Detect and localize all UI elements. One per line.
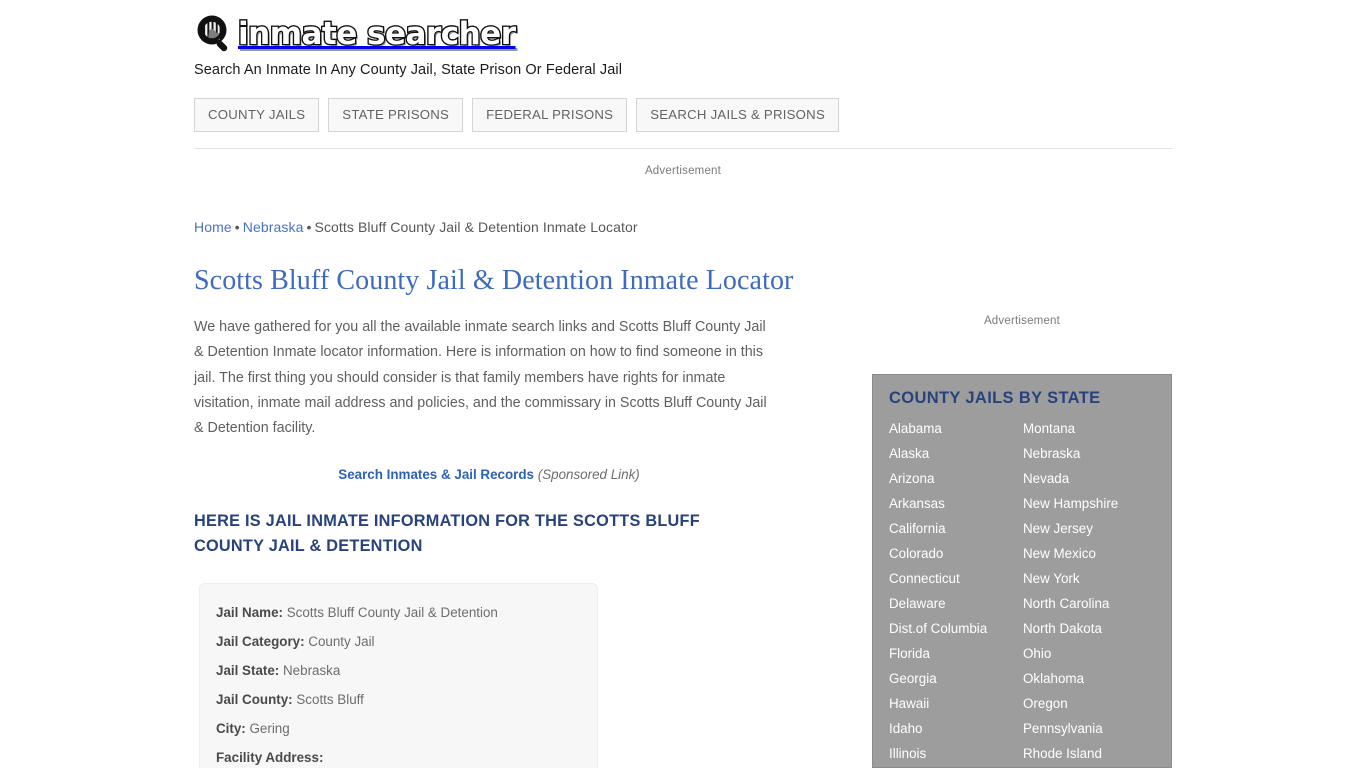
site-logo-link[interactable]: inmate searcher [194,12,1172,56]
info-row-jail-county: Jail County: Scotts Bluff [200,685,597,714]
nav-federal-prisons[interactable]: FEDERAL PRISONS [472,98,628,132]
info-row-jail-name: Jail Name: Scotts Bluff County Jail & De… [200,598,597,627]
state-link-illinois[interactable]: Illinois [889,741,1023,766]
main-content: Scotts Bluff County Jail & Detention Inm… [194,262,794,559]
state-link-pennsylvania[interactable]: Pennsylvania [1023,716,1155,741]
state-link-florida[interactable]: Florida [889,641,1023,666]
state-link-alaska[interactable]: Alaska [889,441,1023,466]
breadcrumb-current: Scotts Bluff County Jail & Detention Inm… [314,219,638,235]
state-link-new-hampshire[interactable]: New Hampshire [1023,491,1155,516]
state-link-idaho[interactable]: Idaho [889,716,1023,741]
top-advertisement-label: Advertisement [644,165,722,177]
primary-nav: COUNTY JAILS STATE PRISONS FEDERAL PRISO… [194,98,840,132]
state-link-georgia[interactable]: Georgia [889,666,1023,691]
state-link-dist-of-columbia[interactable]: Dist.of Columbia [889,616,1023,641]
page-title: Scotts Bluff County Jail & Detention Inm… [194,265,794,296]
nav-state-prisons[interactable]: STATE PRISONS [328,98,464,132]
state-link-north-carolina[interactable]: North Carolina [1023,591,1155,616]
breadcrumb-separator-1: • [234,219,240,235]
sidebar-title: COUNTY JAILS BY STATE [889,389,1101,407]
info-label-city: City: [216,721,246,736]
state-link-delaware[interactable]: Delaware [889,591,1023,616]
state-link-arkansas[interactable]: Arkansas [889,491,1023,516]
info-label-jail-state: Jail State: [216,663,280,678]
site-wordmark: inmate searcher [237,15,518,54]
header-divider [194,148,1172,149]
state-link-montana[interactable]: Montana [1023,416,1155,441]
state-link-colorado[interactable]: Colorado [889,541,1023,566]
info-value-jail-state: Nebraska [283,663,341,678]
state-link-arizona[interactable]: Arizona [889,466,1023,491]
page-root: inmate searcher Search An Inmate In Any … [0,0,1366,768]
jail-info-card: Jail Name: Scotts Bluff County Jail & De… [199,583,598,768]
info-row-city: City: Gering [200,714,597,743]
state-link-north-dakota[interactable]: North Dakota [1023,616,1155,641]
state-link-hawaii[interactable]: Hawaii [889,691,1023,716]
magnifier-jail-bars-icon [194,13,236,55]
nav-county-jails[interactable]: COUNTY JAILS [194,98,320,132]
site-header: inmate searcher Search An Inmate In Any … [194,12,1172,78]
state-links-grid: Alabama Montana Alaska Nebraska Arizona … [889,416,1155,766]
site-tagline: Search An Inmate In Any County Jail, Sta… [194,62,623,78]
state-link-nebraska[interactable]: Nebraska [1023,441,1155,466]
state-link-new-mexico[interactable]: New Mexico [1023,541,1155,566]
info-row-facility-address: Facility Address: [200,743,597,768]
info-value-city: Gering [249,721,290,736]
state-link-oregon[interactable]: Oregon [1023,691,1155,716]
info-label-jail-name: Jail Name: [216,605,283,620]
info-label-jail-county: Jail County: [216,692,293,707]
state-link-connecticut[interactable]: Connecticut [889,566,1023,591]
nav-search-jails-prisons[interactable]: SEARCH JAILS & PRISONS [636,98,840,132]
info-value-jail-name: Scotts Bluff County Jail & Detention [286,605,498,620]
state-link-alabama[interactable]: Alabama [889,416,1023,441]
county-jails-by-state-widget: COUNTY JAILS BY STATE Alabama Montana Al… [872,374,1172,768]
state-link-rhode-island[interactable]: Rhode Island [1023,741,1155,766]
state-link-new-york[interactable]: New York [1023,566,1155,591]
state-link-oklahoma[interactable]: Oklahoma [1023,666,1155,691]
info-label-facility-address: Facility Address: [216,750,324,765]
info-label-jail-category: Jail Category: [216,634,305,649]
info-row-jail-state: Jail State: Nebraska [200,656,597,685]
info-value-jail-category: County Jail [308,634,375,649]
sponsored-search-link[interactable]: Search Inmates & Jail Records [338,467,534,482]
state-link-ohio[interactable]: Ohio [1023,641,1155,666]
breadcrumb: Home • Nebraska • Scotts Bluff County Jail &… [194,219,638,235]
sponsored-tag: (Sponsored Link) [537,467,640,483]
breadcrumb-separator-2: • [306,219,312,235]
state-link-california[interactable]: California [889,516,1023,541]
info-value-jail-county: Scotts Bluff [296,692,364,707]
intro-paragraph: We have gathered for you all the availab… [194,319,767,437]
state-link-new-jersey[interactable]: New Jersey [1023,516,1155,541]
info-row-jail-category: Jail Category: County Jail [200,627,597,656]
sponsored-link-row: Search Inmates & Jail Records (Sponsored… [194,467,784,482]
breadcrumb-nebraska[interactable]: Nebraska [243,219,304,235]
sidebar-advertisement-label: Advertisement [983,315,1061,327]
breadcrumb-home[interactable]: Home [194,219,232,235]
state-link-nevada[interactable]: Nevada [1023,466,1155,491]
section-heading: HERE IS JAIL INMATE INFORMATION FOR THE … [194,512,700,556]
